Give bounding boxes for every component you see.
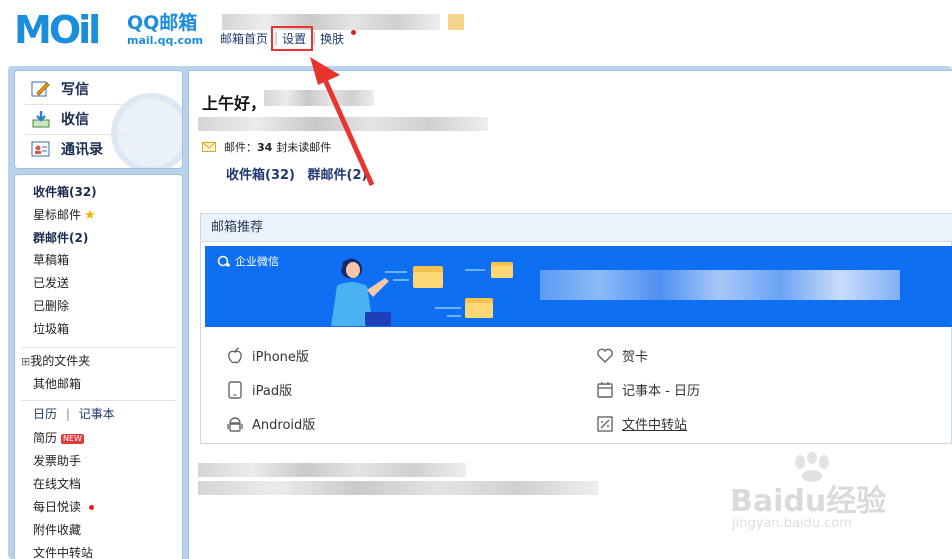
new-badge: NEW <box>61 433 84 444</box>
resume-label: 简历 <box>33 431 58 445</box>
other-mailbox[interactable]: 其他邮箱 <box>33 376 81 392</box>
online-docs-link[interactable]: 在线文档 <box>33 476 81 492</box>
calendar-notebook-row: 日历 | 记事本 <box>33 406 115 422</box>
change-skin-link[interactable]: 换肤 <box>320 29 357 47</box>
logo-brand: QQ邮箱 <box>127 12 198 34</box>
android-app-link[interactable]: Android版 <box>226 414 315 433</box>
username-blurred <box>264 90 374 106</box>
iphone-label: iPhone版 <box>252 350 309 365</box>
qq-mail-logo[interactable]: MOil QQ邮箱 mail.qq.com <box>14 10 204 50</box>
folder-group-mail[interactable]: 群邮件(2) <box>33 230 88 246</box>
heart-icon <box>596 347 614 365</box>
change-skin-label: 换肤 <box>320 31 345 46</box>
mailbox-home-link[interactable]: 邮箱首页 <box>220 30 268 47</box>
file-transfer-app-link[interactable]: 文件中转站 <box>596 414 687 433</box>
ipad-label: iPad版 <box>252 384 293 399</box>
footer-ad-blurred <box>198 481 598 495</box>
receive-button[interactable]: 收信 <box>31 107 89 131</box>
folder-spam[interactable]: 垃圾箱 <box>33 321 69 337</box>
quick-links: 收件箱(32) 群邮件(2) <box>226 164 367 183</box>
folder-starred-label: 星标邮件 <box>33 208 82 222</box>
unread-suffix: 封未读邮件 <box>276 141 332 154</box>
inbox-quick-link[interactable]: 收件箱(32) <box>226 168 295 183</box>
notebook-calendar-label: 记事本 - 日历 <box>622 384 700 399</box>
daily-read-label: 每日悦读 <box>33 500 82 514</box>
unread-mail-summary: 邮件： 34 封未读邮件 <box>202 139 331 155</box>
banner-illustration <box>331 258 513 326</box>
my-folders[interactable]: ⊞我的文件夹 <box>21 353 90 370</box>
divider <box>25 134 125 135</box>
file-transfer-app-label: 文件中转站 <box>622 418 688 433</box>
contacts-label: 通讯录 <box>61 142 103 158</box>
baidu-watermark: Baidu经验 jingyan.baidu.com <box>728 452 948 542</box>
folder-drafts[interactable]: 草稿箱 <box>33 252 69 268</box>
calendar-link[interactable]: 日历 <box>33 407 57 421</box>
notification-dot-icon <box>351 29 357 35</box>
unread-count: 34 <box>257 140 273 154</box>
mail-label: 邮件： <box>224 141 257 154</box>
android-label: Android版 <box>252 418 316 433</box>
compose-button[interactable]: 写信 <box>31 77 89 101</box>
folder-starred[interactable]: 星标邮件 ★ <box>33 207 96 224</box>
sidebar-actions: 写信 收信 通讯录 <box>14 70 183 169</box>
account-avatar-blurred <box>448 14 464 30</box>
row-separator: | <box>65 407 70 421</box>
signature-blurred <box>198 117 488 131</box>
star-icon: ★ <box>84 208 96 223</box>
group-mail-quick-link[interactable]: 群邮件(2) <box>308 168 368 183</box>
watermark-url: jingyan.baidu.com <box>732 516 852 531</box>
expand-plus-icon: ⊞ <box>21 355 31 368</box>
compose-label: 写信 <box>61 82 89 98</box>
logo-url: mail.qq.com <box>127 34 204 47</box>
footer-ad-blurred <box>198 463 466 477</box>
folder-deleted[interactable]: 已删除 <box>33 298 69 314</box>
wecom-logo-icon <box>217 255 231 267</box>
envelope-icon <box>202 142 216 152</box>
my-folders-label: 我的文件夹 <box>30 354 91 368</box>
apple-icon <box>226 346 244 365</box>
resume-link[interactable]: 简历 NEW <box>33 430 84 446</box>
banner-text-blurred <box>540 270 900 300</box>
divider <box>21 400 176 401</box>
wecom-banner[interactable]: 企业微信 <box>205 246 952 327</box>
compose-icon <box>31 80 51 98</box>
greeting: 上午好， <box>202 90 266 114</box>
receive-label: 收信 <box>61 112 89 128</box>
divider <box>25 104 125 105</box>
divider <box>21 347 176 348</box>
receive-icon <box>31 110 51 128</box>
contacts-button[interactable]: 通讯录 <box>31 137 103 161</box>
file-transfer-icon <box>596 415 614 433</box>
recommend-header: 邮箱推荐 <box>201 214 952 242</box>
android-icon <box>226 415 244 433</box>
logo-mail-word: MOil <box>14 8 101 52</box>
folder-inbox[interactable]: 收件箱(32) <box>33 184 97 200</box>
greeting-text: 上午好， <box>202 94 267 113</box>
ipad-icon <box>226 380 244 399</box>
watermark-brand: Baidu经验 <box>730 484 887 519</box>
calendar-icon <box>596 381 614 399</box>
greeting-card-label: 贺卡 <box>622 350 649 365</box>
wecom-brand-label: 企业微信 <box>235 255 279 268</box>
folder-list: 收件箱(32) 星标邮件 ★ 群邮件(2) 草稿箱 已发送 已删除 垃圾箱 ⊞我的… <box>14 174 183 559</box>
iphone-app-link[interactable]: iPhone版 <box>226 346 309 365</box>
account-name-blurred <box>222 14 440 30</box>
file-transfer-link[interactable]: 文件中转站 <box>33 545 93 559</box>
invoice-helper-link[interactable]: 发票助手 <box>33 453 81 469</box>
wecom-brand: 企业微信 <box>217 253 279 269</box>
folder-sent[interactable]: 已发送 <box>33 275 69 291</box>
notebook-calendar-link[interactable]: 记事本 - 日历 <box>596 380 700 399</box>
ipad-app-link[interactable]: iPad版 <box>226 380 292 399</box>
contacts-icon <box>31 140 51 158</box>
greeting-card-link[interactable]: 贺卡 <box>596 346 648 365</box>
attachments-link[interactable]: 附件收藏 <box>33 522 81 538</box>
daily-read-link[interactable]: 每日悦读 <box>33 499 95 515</box>
notification-dot-icon <box>89 505 95 510</box>
notebook-link[interactable]: 记事本 <box>79 407 115 421</box>
settings-highlight-box <box>271 26 313 51</box>
